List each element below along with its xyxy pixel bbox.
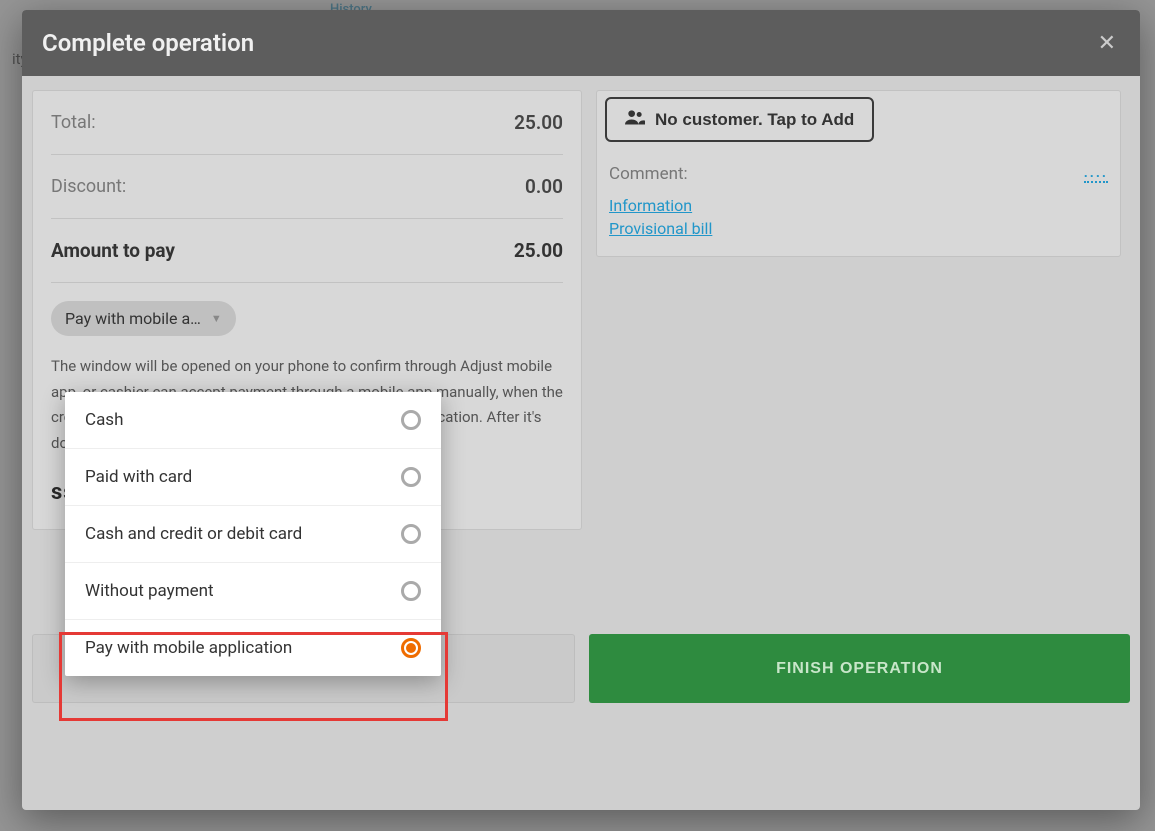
option-label: Cash — [85, 410, 123, 430]
option-label: Without payment — [85, 581, 214, 601]
discount-label: Discount: — [51, 176, 126, 197]
option-cash-and-card[interactable]: Cash and credit or debit card — [65, 506, 441, 563]
amount-value: 25.00 — [514, 239, 563, 262]
comment-edit-link[interactable]: .... — [1084, 165, 1108, 183]
discount-value: 0.00 — [525, 175, 563, 198]
modal-body: Total: 25.00 Discount: 0.00 Amount to pa… — [22, 76, 1140, 810]
option-label: Paid with card — [85, 467, 192, 487]
comment-row: Comment: .... — [605, 164, 1112, 184]
add-customer-button[interactable]: No customer. Tap to Add — [605, 97, 874, 142]
option-cash[interactable]: Cash — [65, 392, 441, 449]
complete-operation-modal: Complete operation ✕ Total: 25.00 Discou… — [22, 10, 1140, 810]
total-label: Total: — [51, 112, 96, 133]
radio-icon — [401, 524, 421, 544]
option-label: Cash and credit or debit card — [85, 524, 302, 544]
radio-icon — [401, 581, 421, 601]
finish-operation-button[interactable]: FINISH OPERATION — [589, 634, 1130, 703]
payment-method-options: Cash Paid with card Cash and credit or d… — [65, 392, 441, 676]
amount-label: Amount to pay — [51, 239, 175, 262]
chevron-down-icon: ▼ — [211, 312, 222, 325]
total-value: 25.00 — [514, 111, 563, 134]
total-row: Total: 25.00 — [51, 91, 563, 155]
provisional-bill-link[interactable]: Provisional bill — [609, 219, 1108, 238]
customer-panel: No customer. Tap to Add Comment: .... In… — [596, 90, 1121, 257]
modal-header: Complete operation ✕ — [22, 10, 1140, 76]
links-section: Information Provisional bill — [605, 196, 1112, 238]
comment-label: Comment: — [609, 164, 688, 184]
payment-method-dropdown[interactable]: Pay with mobile a… ▼ — [51, 301, 236, 336]
option-mobile-application[interactable]: Pay with mobile application — [65, 620, 441, 676]
option-label: Pay with mobile application — [85, 638, 292, 658]
radio-icon — [401, 410, 421, 430]
option-paid-with-card[interactable]: Paid with card — [65, 449, 441, 506]
add-customer-label: No customer. Tap to Add — [655, 110, 854, 130]
radio-icon — [401, 467, 421, 487]
discount-row: Discount: 0.00 — [51, 155, 563, 219]
option-without-payment[interactable]: Without payment — [65, 563, 441, 620]
dropdown-selected-label: Pay with mobile a… — [65, 309, 201, 328]
close-icon[interactable]: ✕ — [1094, 27, 1120, 60]
radio-icon-selected — [401, 638, 421, 658]
modal-title: Complete operation — [42, 29, 254, 57]
information-link[interactable]: Information — [609, 196, 1108, 215]
people-icon — [625, 109, 645, 130]
amount-row: Amount to pay 25.00 — [51, 219, 563, 283]
